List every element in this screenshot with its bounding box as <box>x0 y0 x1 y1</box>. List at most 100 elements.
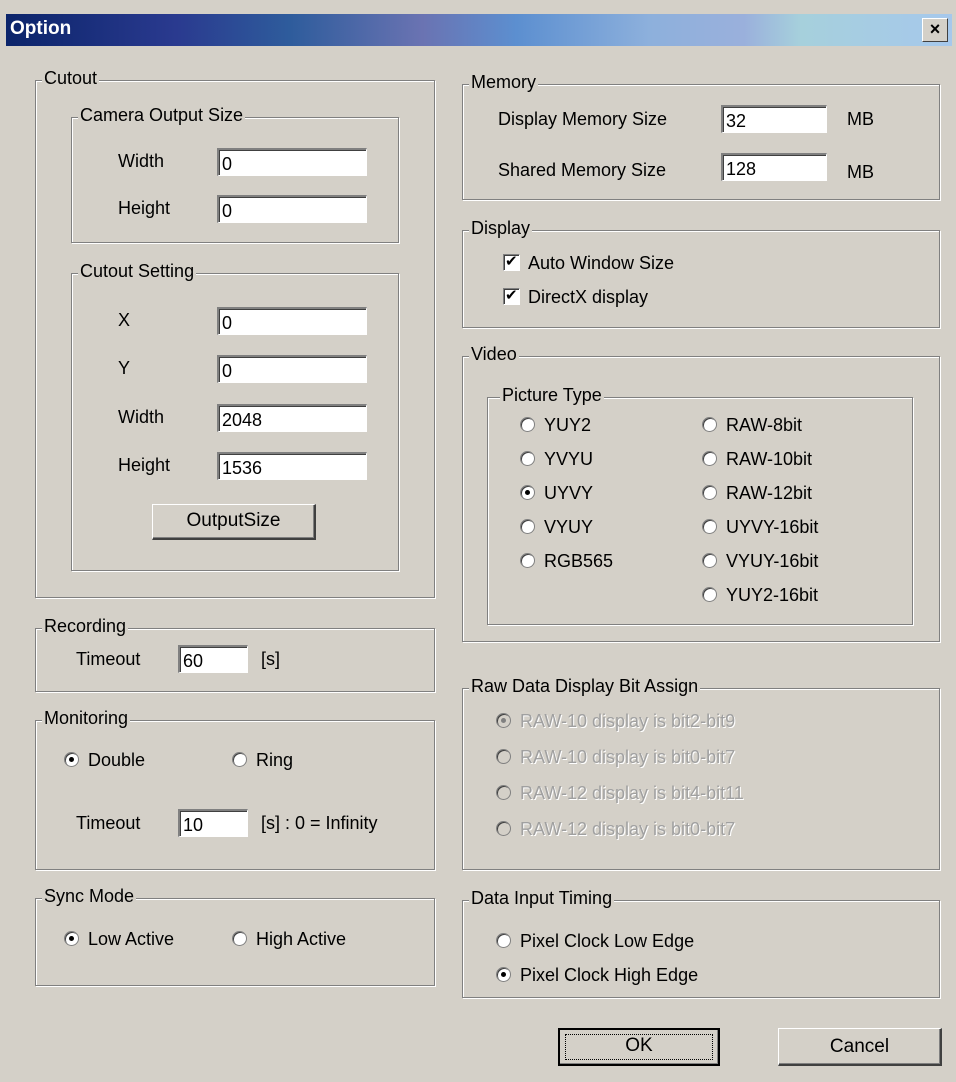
shared-memory-unit: MB <box>847 162 874 182</box>
radio-unselected-icon <box>702 553 717 568</box>
picture-type-yvyu-radio[interactable]: YVYU <box>520 449 593 470</box>
monitoring-double-radio[interactable]: Double <box>64 750 145 771</box>
title-bar[interactable]: Option × <box>6 14 952 46</box>
sync-mode-legend: Sync Mode <box>42 886 137 907</box>
radio-selected-icon <box>520 485 535 500</box>
picture-type-uyvy-radio[interactable]: UYVY <box>520 483 593 504</box>
recording-legend: Recording <box>42 616 129 637</box>
picture-type-raw-12bit-label: RAW-12bit <box>726 483 813 503</box>
picture-type-rgb565-radio[interactable]: RGB565 <box>520 551 613 572</box>
camera-width-input[interactable]: 0 <box>217 148 367 176</box>
camera-output-size-legend: Camera Output Size <box>78 105 246 126</box>
cutout-width-label: Width <box>118 407 165 427</box>
display-legend: Display <box>469 218 533 239</box>
output-size-button[interactable]: OutputSize <box>152 504 316 540</box>
directx-display-label: DirectX display <box>528 287 649 307</box>
picture-type-yuy2-radio[interactable]: YUY2 <box>520 415 591 436</box>
camera-output-size-group: Camera Output Size Width 0 Height 0 <box>71 105 399 243</box>
radio-selected-icon <box>64 931 79 946</box>
monitoring-timeout-input[interactable]: 10 <box>178 809 248 837</box>
picture-type-raw-8bit-radio[interactable]: RAW-8bit <box>702 415 802 436</box>
camera-height-label: Height <box>118 198 171 218</box>
checkbox-checked-icon <box>503 252 520 271</box>
radio-unselected-icon <box>496 933 511 948</box>
monitoring-group: Monitoring Double Ring Timeout 10 [s] : … <box>35 708 435 870</box>
cutout-setting-legend: Cutout Setting <box>78 261 197 282</box>
cutout-width-input[interactable]: 2048 <box>217 404 367 432</box>
picture-type-vyuy-16bit-radio[interactable]: VYUY-16bit <box>702 551 818 572</box>
monitoring-legend: Monitoring <box>42 708 131 729</box>
picture-type-uyvy-label: UYVY <box>544 483 594 503</box>
directx-display-checkbox[interactable]: DirectX display <box>503 286 649 308</box>
camera-height-input[interactable]: 0 <box>217 195 367 223</box>
pixel-clock-high-edge-radio[interactable]: Pixel Clock High Edge <box>496 965 698 986</box>
recording-timeout-unit: [s] <box>261 649 281 669</box>
raw-bit-assign-option-2-label: RAW-10 display is bit0-bit7 <box>520 747 736 767</box>
cutout-group: Cutout Camera Output Size Width 0 Height… <box>35 68 435 598</box>
cutout-height-input[interactable]: 1536 <box>217 452 367 480</box>
cutout-y-input[interactable]: 0 <box>217 355 367 383</box>
pixel-clock-low-edge-radio[interactable]: Pixel Clock Low Edge <box>496 931 694 952</box>
video-legend: Video <box>469 344 519 365</box>
focus-rectangle <box>565 1034 713 1060</box>
picture-type-raw-12bit-radio[interactable]: RAW-12bit <box>702 483 812 504</box>
display-memory-unit: MB <box>847 109 874 129</box>
radio-unselected-icon <box>496 785 511 800</box>
cutout-x-input[interactable]: 0 <box>217 307 367 335</box>
recording-timeout-input[interactable]: 60 <box>178 645 248 673</box>
picture-type-yuy2-16bit-radio[interactable]: YUY2-16bit <box>702 585 818 606</box>
sync-high-active-radio[interactable]: High Active <box>232 929 346 950</box>
display-memory-label: Display Memory Size <box>498 109 668 129</box>
picture-type-yuy2-16bit-label: YUY2-16bit <box>726 585 819 605</box>
camera-width-label: Width <box>118 151 165 171</box>
raw-bit-assign-option-1-label: RAW-10 display is bit2-bit9 <box>520 711 736 731</box>
auto-window-size-label: Auto Window Size <box>528 253 675 273</box>
raw-bit-assign-group: Raw Data Display Bit Assign RAW-10 displ… <box>462 676 940 870</box>
shared-memory-input[interactable]: 128 <box>721 153 827 181</box>
picture-type-yvyu-label: YVYU <box>544 449 594 469</box>
picture-type-uyvy-16bit-radio[interactable]: UYVY-16bit <box>702 517 818 538</box>
cutout-height-label: Height <box>118 455 171 475</box>
picture-type-raw-10bit-radio[interactable]: RAW-10bit <box>702 449 812 470</box>
memory-legend: Memory <box>469 72 539 93</box>
raw-bit-assign-legend: Raw Data Display Bit Assign <box>469 676 701 697</box>
radio-unselected-icon <box>496 821 511 836</box>
radio-unselected-icon <box>702 451 717 466</box>
close-button[interactable]: × <box>922 18 948 42</box>
radio-unselected-icon <box>520 553 535 568</box>
display-group: Display Auto Window Size DirectX display <box>462 218 940 328</box>
picture-type-yuy2-label: YUY2 <box>544 415 592 435</box>
ok-button[interactable]: OK <box>558 1028 720 1066</box>
monitoring-ring-label: Ring <box>256 750 294 770</box>
picture-type-uyvy-16bit-label: UYVY-16bit <box>726 517 819 537</box>
picture-type-legend: Picture Type <box>500 385 604 406</box>
pixel-clock-high-edge-label: Pixel Clock High Edge <box>520 965 699 985</box>
picture-type-raw-10bit-label: RAW-10bit <box>726 449 813 469</box>
option-dialog: Option × Cutout Camera Output Size Width… <box>0 0 956 1082</box>
cancel-button[interactable]: Cancel <box>778 1028 942 1066</box>
shared-memory-label: Shared Memory Size <box>498 160 667 180</box>
radio-selected-icon <box>496 967 511 982</box>
sync-low-active-radio[interactable]: Low Active <box>64 929 174 950</box>
picture-type-vyuy-label: VYUY <box>544 517 594 537</box>
display-memory-input[interactable]: 32 <box>721 105 827 133</box>
picture-type-vyuy-radio[interactable]: VYUY <box>520 517 593 538</box>
radio-unselected-icon <box>520 417 535 432</box>
radio-unselected-icon <box>496 749 511 764</box>
radio-unselected-icon <box>520 451 535 466</box>
window-title: Option <box>10 18 72 39</box>
picture-type-rgb565-label: RGB565 <box>544 551 614 571</box>
recording-group: Recording Timeout 60 [s] <box>35 616 435 692</box>
video-group: Video Picture Type YUY2 YVYU UYVY VYUY RGB56… <box>462 344 940 642</box>
sync-low-active-label: Low Active <box>88 929 175 949</box>
picture-type-raw-8bit-label: RAW-8bit <box>726 415 803 435</box>
radio-selected-icon <box>496 713 511 728</box>
radio-unselected-icon <box>702 417 717 432</box>
raw-bit-assign-option-3-radio: RAW-12 display is bit4-bit11 <box>496 783 744 804</box>
monitoring-double-label: Double <box>88 750 146 770</box>
radio-selected-icon <box>64 752 79 767</box>
raw-bit-assign-option-1-radio: RAW-10 display is bit2-bit9 <box>496 711 735 732</box>
monitoring-ring-radio[interactable]: Ring <box>232 750 293 771</box>
auto-window-size-checkbox[interactable]: Auto Window Size <box>503 252 675 274</box>
radio-unselected-icon <box>702 519 717 534</box>
